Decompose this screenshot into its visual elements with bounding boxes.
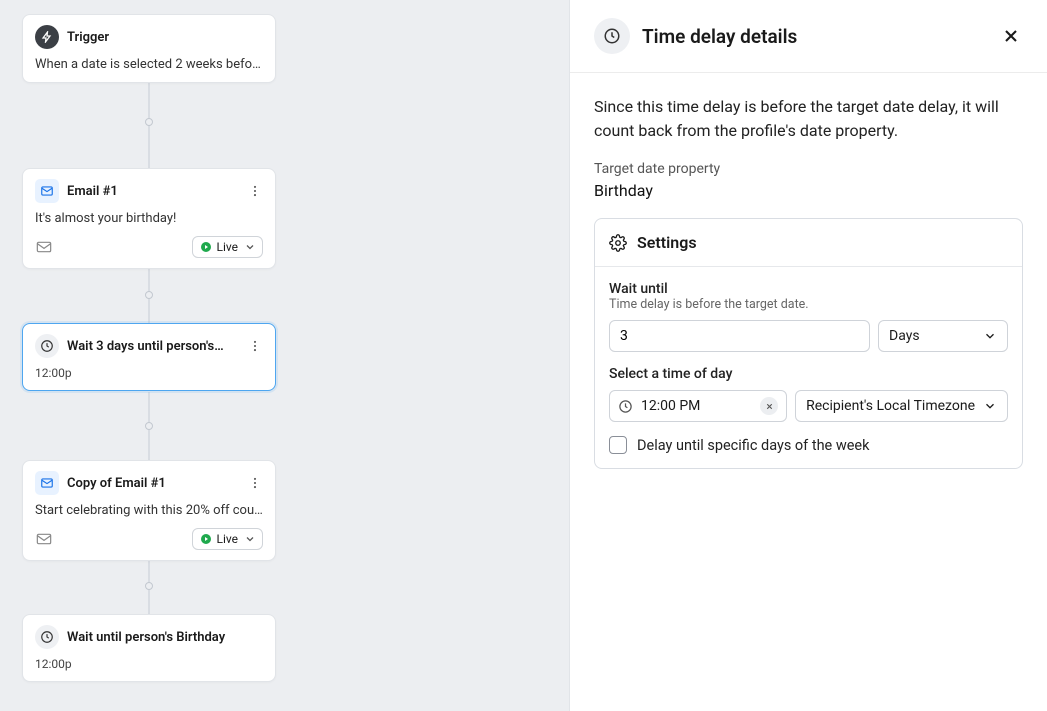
clear-time-button[interactable] [760, 397, 778, 415]
card-menu-button[interactable] [247, 475, 263, 491]
target-property-label: Target date property [594, 161, 1023, 177]
card-description: It's almost your birthday! [35, 211, 263, 226]
status-label: Live [217, 532, 238, 546]
details-panel: Time delay details Since this time delay… [569, 0, 1047, 711]
card-title: Email #1 [67, 184, 239, 199]
live-status-icon [201, 534, 211, 544]
card-trigger[interactable]: Trigger When a date is selected 2 weeks … [22, 14, 276, 83]
status-dropdown[interactable]: Live [192, 236, 263, 258]
chevron-down-icon [983, 329, 997, 343]
time-input[interactable]: 12:00 PM [609, 390, 787, 422]
mail-indicator-icon [35, 532, 53, 546]
live-status-icon [201, 242, 211, 252]
mail-indicator-icon [35, 240, 53, 254]
card-description: Start celebrating with this 20% off coup… [35, 503, 263, 518]
clock-icon [618, 399, 633, 414]
target-property-value: Birthday [594, 181, 1023, 200]
status-dropdown[interactable]: Live [192, 528, 263, 550]
connector-dot [145, 118, 153, 126]
settings-box: Settings Wait until Time delay is before… [594, 218, 1023, 469]
connector [148, 76, 150, 168]
wait-value-input[interactable] [609, 320, 870, 352]
clock-icon [594, 18, 630, 54]
connector-dot [145, 422, 153, 430]
connector [148, 267, 150, 323]
chevron-down-icon [244, 241, 256, 253]
time-value: 12:00 PM [641, 398, 752, 414]
status-label: Live [217, 240, 238, 254]
card-title: Wait until person's Birthday [67, 630, 263, 645]
card-title: Copy of Email #1 [67, 476, 239, 491]
card-title: Trigger [67, 30, 263, 45]
panel-description: Since this time delay is before the targ… [594, 95, 1023, 143]
email-icon [35, 179, 59, 203]
card-email-2[interactable]: Copy of Email #1 Start celebrating with … [22, 460, 276, 561]
card-description: When a date is selected 2 weeks before p… [35, 57, 263, 72]
email-icon [35, 471, 59, 495]
wait-unit-value: Days [889, 328, 920, 344]
chevron-down-icon [244, 533, 256, 545]
card-menu-button[interactable] [247, 338, 263, 354]
card-wait-3-days[interactable]: Wait 3 days until person's… 12:00p [22, 323, 276, 391]
wait-until-label: Wait until [609, 281, 1008, 297]
connector [148, 392, 150, 461]
clock-icon [35, 625, 59, 649]
timezone-value: Recipient's Local Timezone [806, 398, 975, 414]
bolt-icon [35, 25, 59, 49]
panel-header: Time delay details [570, 0, 1047, 73]
card-time: 12:00p [35, 657, 263, 671]
delay-specific-days-checkbox[interactable] [609, 436, 627, 454]
timezone-select[interactable]: Recipient's Local Timezone [795, 390, 1008, 422]
settings-heading: Settings [637, 233, 697, 252]
card-menu-button[interactable] [247, 183, 263, 199]
wait-unit-select[interactable]: Days [878, 320, 1008, 352]
flow-canvas[interactable]: Trigger When a date is selected 2 weeks … [0, 0, 570, 711]
connector-dot [145, 582, 153, 590]
connector [148, 558, 150, 614]
clock-icon [35, 334, 59, 358]
delay-specific-days-label: Delay until specific days of the week [637, 437, 869, 454]
card-wait-birthday[interactable]: Wait until person's Birthday 12:00p [22, 614, 276, 682]
card-time: 12:00p [35, 366, 263, 380]
card-email-1[interactable]: Email #1 It's almost your birthday! Live [22, 168, 276, 269]
card-title: Wait 3 days until person's… [67, 339, 239, 354]
time-of-day-label: Select a time of day [609, 366, 1008, 382]
panel-title: Time delay details [642, 25, 987, 48]
chevron-down-icon [983, 399, 997, 413]
close-button[interactable] [999, 24, 1023, 48]
gear-icon [609, 234, 627, 252]
wait-until-sublabel: Time delay is before the target date. [609, 297, 1008, 312]
connector-dot [145, 291, 153, 299]
